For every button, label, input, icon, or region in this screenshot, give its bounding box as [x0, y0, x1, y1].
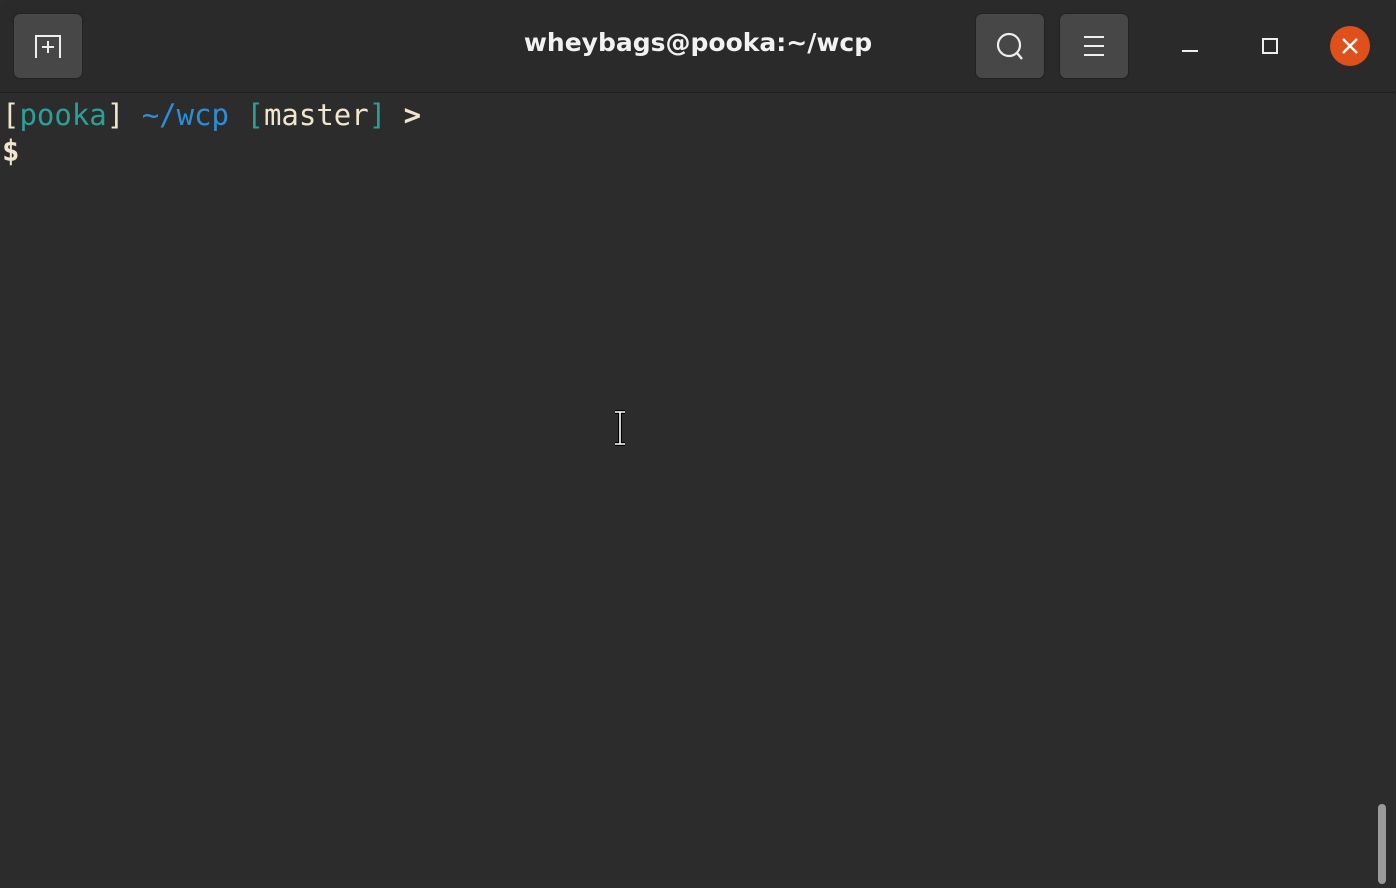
close-button[interactable] — [1330, 26, 1370, 66]
maximize-icon — [1262, 38, 1278, 54]
prompt-bracket: [ — [2, 98, 20, 132]
search-icon — [996, 32, 1023, 60]
prompt-branch-bracket: [ — [246, 98, 264, 132]
header-bar: wheybags@pooka:~/wcp — [0, 0, 1396, 93]
text-cursor-icon — [615, 410, 625, 446]
prompt-path: ~/wcp — [141, 98, 230, 132]
close-icon — [1342, 38, 1358, 54]
minimize-icon — [1182, 50, 1198, 52]
prompt-branch: master — [263, 98, 369, 132]
search-button[interactable] — [976, 14, 1044, 78]
prompt-bracket: ] — [106, 98, 125, 132]
hamburger-menu-icon — [1084, 36, 1104, 56]
maximize-button[interactable] — [1250, 26, 1290, 66]
terminal-output[interactable]: [pooka] ~/wcp [master] > $ — [2, 97, 421, 169]
prompt-dollar: $ — [2, 134, 20, 168]
scrollbar[interactable] — [1378, 804, 1386, 884]
prompt-branch-bracket: ] — [368, 98, 387, 132]
menu-button[interactable] — [1060, 14, 1128, 78]
prompt-arrow: > — [403, 98, 422, 132]
prompt-host: pooka — [19, 98, 107, 132]
minimize-button[interactable] — [1170, 26, 1210, 66]
